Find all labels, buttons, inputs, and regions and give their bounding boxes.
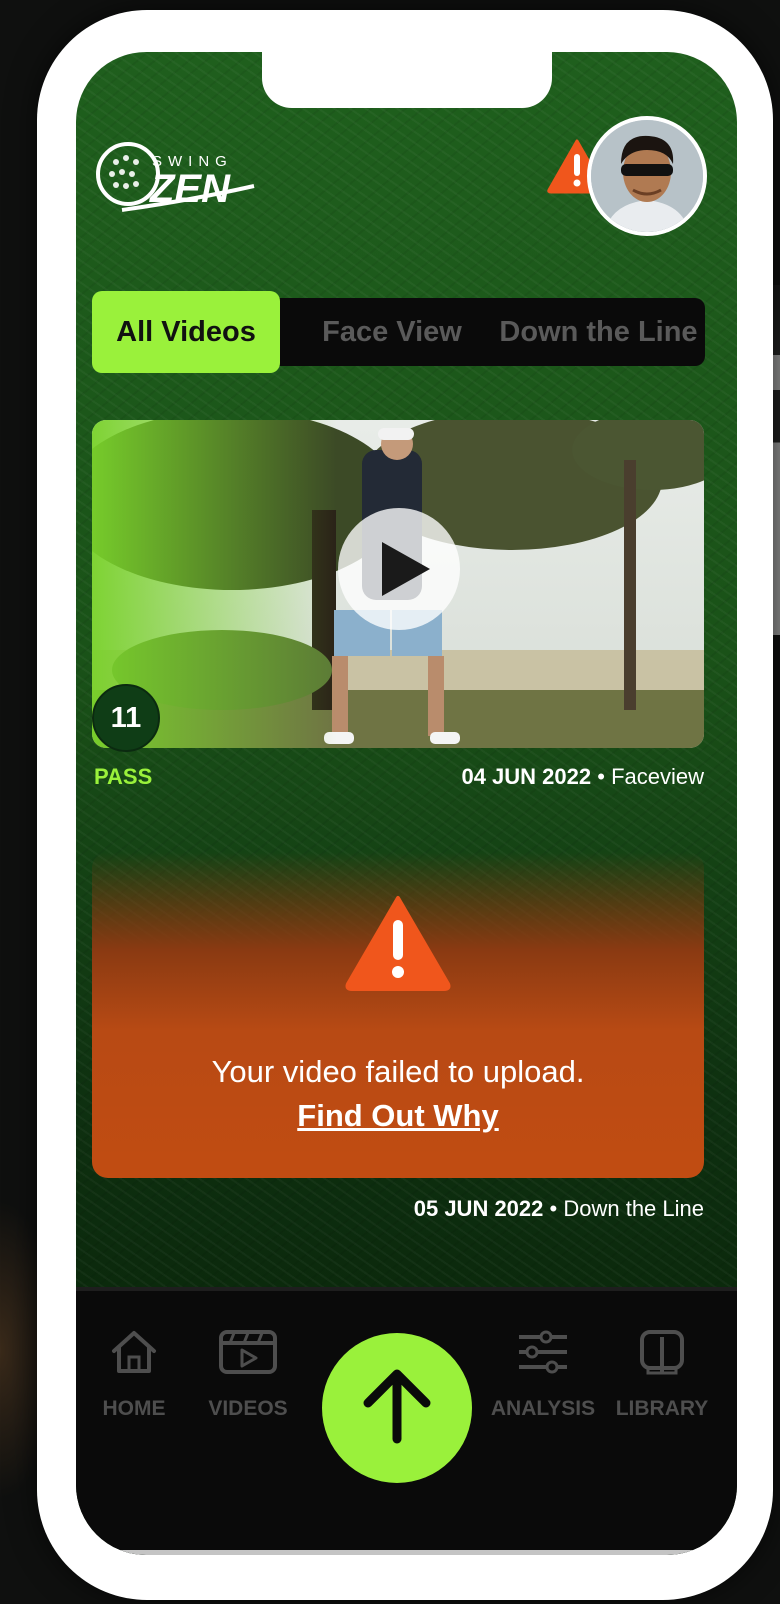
tab-face-view[interactable]: Face View <box>292 298 492 366</box>
status-badge: PASS <box>94 764 153 789</box>
nav-home[interactable]: HOME <box>84 1329 184 1439</box>
nav-library-label: LIBRARY <box>615 1397 709 1420</box>
separator: • <box>597 764 605 789</box>
nav-videos-label: VIDEOS <box>208 1397 288 1420</box>
notch <box>262 52 552 108</box>
video-date: 04 JUN 2022 <box>461 764 592 789</box>
nav-library[interactable]: LIBRARY <box>607 1329 717 1439</box>
failed-date-view: 05 JUN 2022 • Down the Line <box>414 1196 704 1222</box>
video-filter-tabs: All Videos Face View Down the Line <box>92 291 705 373</box>
play-icon <box>382 542 430 596</box>
nav-videos[interactable]: VIDEOS <box>198 1329 298 1439</box>
sliders-icon <box>519 1330 567 1374</box>
nav-analysis-label: ANALYSIS <box>490 1397 596 1420</box>
warning-triangle-icon <box>345 896 451 991</box>
bottom-nav: HOME VIDEOS ANALYSIS LIBRARY <box>76 1287 737 1555</box>
failed-upload-meta: 05 JUN 2022 • Down the Line <box>92 1196 704 1226</box>
house-icon <box>112 1331 156 1373</box>
avatar[interactable] <box>587 116 707 236</box>
nav-analysis[interactable]: ANALYSIS <box>488 1329 598 1439</box>
upload-button[interactable] <box>322 1333 472 1483</box>
swing-zen-logo[interactable]: SWING ZEN <box>92 130 262 220</box>
tab-all-videos[interactable]: All Videos <box>92 291 280 373</box>
failed-view: Down the Line <box>563 1196 704 1221</box>
play-button[interactable] <box>338 508 460 630</box>
home-indicator <box>76 1550 737 1555</box>
arrow-up-icon <box>363 1369 431 1444</box>
find-out-why-link[interactable]: Find Out Why <box>92 1098 704 1134</box>
video-date-view: 04 JUN 2022 • Faceview <box>461 764 704 790</box>
app-screen: SWING ZEN All Videos Face View Down the … <box>76 52 737 1555</box>
failed-date: 05 JUN 2022 <box>413 1196 544 1221</box>
failed-upload-card[interactable]: Your video failed to upload. Find Out Wh… <box>92 852 704 1178</box>
video-meta: PASS 04 JUN 2022 • Faceview <box>92 764 704 794</box>
score-badge: 11 <box>92 684 160 752</box>
book-icon <box>640 1330 684 1375</box>
clapperboard-play-icon <box>219 1330 277 1374</box>
failed-upload-message: Your video failed to upload. <box>211 1054 585 1089</box>
video-card[interactable] <box>92 420 704 748</box>
video-view: Faceview <box>611 764 704 789</box>
separator: • <box>549 1196 558 1221</box>
tab-down-the-line[interactable]: Down the Line <box>492 298 705 366</box>
nav-home-label: HOME <box>102 1397 166 1420</box>
